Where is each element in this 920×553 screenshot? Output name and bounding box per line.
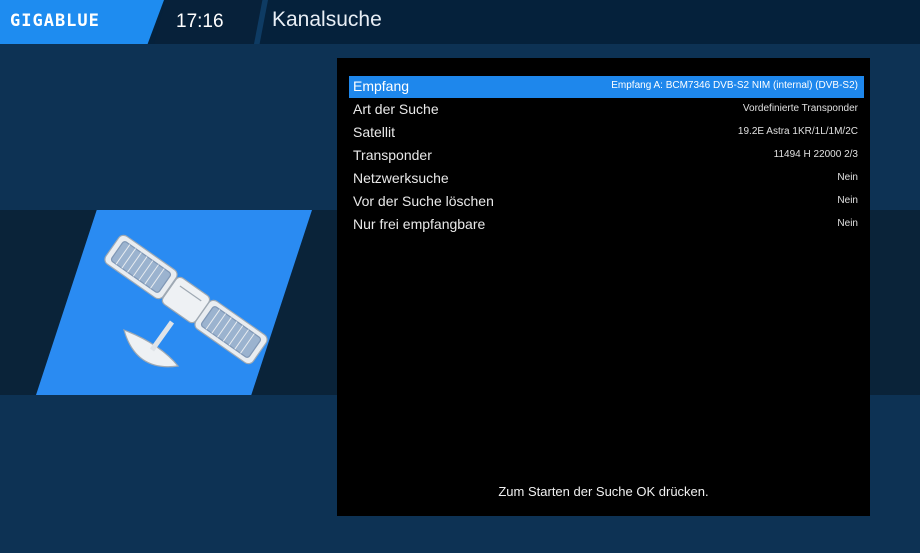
scan-settings-panel: Empfang Empfang A: BCM7346 DVB-S2 NIM (i… [337, 58, 870, 516]
setting-label: Empfang [353, 78, 410, 94]
setting-row-nur-frei-empfangbare[interactable]: Nur frei empfangbare Nein [349, 214, 864, 236]
setting-row-transponder[interactable]: Transponder 11494 H 22000 2/3 [349, 145, 864, 167]
setting-row-empfang[interactable]: Empfang Empfang A: BCM7346 DVB-S2 NIM (i… [349, 76, 864, 98]
clock: 17:16 [176, 11, 224, 32]
setting-row-art-der-suche[interactable]: Art der Suche Vordefinierte Transponder [349, 99, 864, 121]
setting-label: Transponder [353, 147, 432, 163]
setting-row-vor-der-suche-loeschen[interactable]: Vor der Suche löschen Nein [349, 191, 864, 213]
setting-label: Art der Suche [353, 101, 439, 117]
setting-label: Nur frei empfangbare [353, 216, 486, 232]
logo-block: GIGABLUE [0, 0, 164, 44]
setting-value: Empfang A: BCM7346 DVB-S2 NIM (internal)… [611, 80, 858, 91]
setting-value: 11494 H 22000 2/3 [773, 149, 858, 160]
setting-value: Nein [837, 195, 858, 206]
setting-label: Vor der Suche löschen [353, 193, 494, 209]
setting-label: Netzwerksuche [353, 170, 449, 186]
setting-value: Vordefinierte Transponder [742, 103, 858, 114]
page-title: Kanalsuche [272, 8, 382, 31]
setting-value: Nein [837, 218, 858, 229]
setting-value: 19.2E Astra 1KR/1L/1M/2C [737, 126, 858, 137]
satellite-icon [104, 234, 268, 368]
status-hint: Zum Starten der Suche OK drücken. [498, 484, 709, 499]
brand-logo: GIGABLUE [10, 11, 100, 31]
setting-label: Satellit [353, 124, 396, 140]
setting-row-netzwerksuche[interactable]: Netzwerksuche Nein [349, 168, 864, 190]
setting-value: Nein [837, 172, 858, 183]
header-bar: GIGABLUE 17:16 Kanalsuche [0, 0, 920, 44]
setting-row-satellit[interactable]: Satellit 19.2E Astra 1KR/1L/1M/2C [349, 122, 864, 144]
